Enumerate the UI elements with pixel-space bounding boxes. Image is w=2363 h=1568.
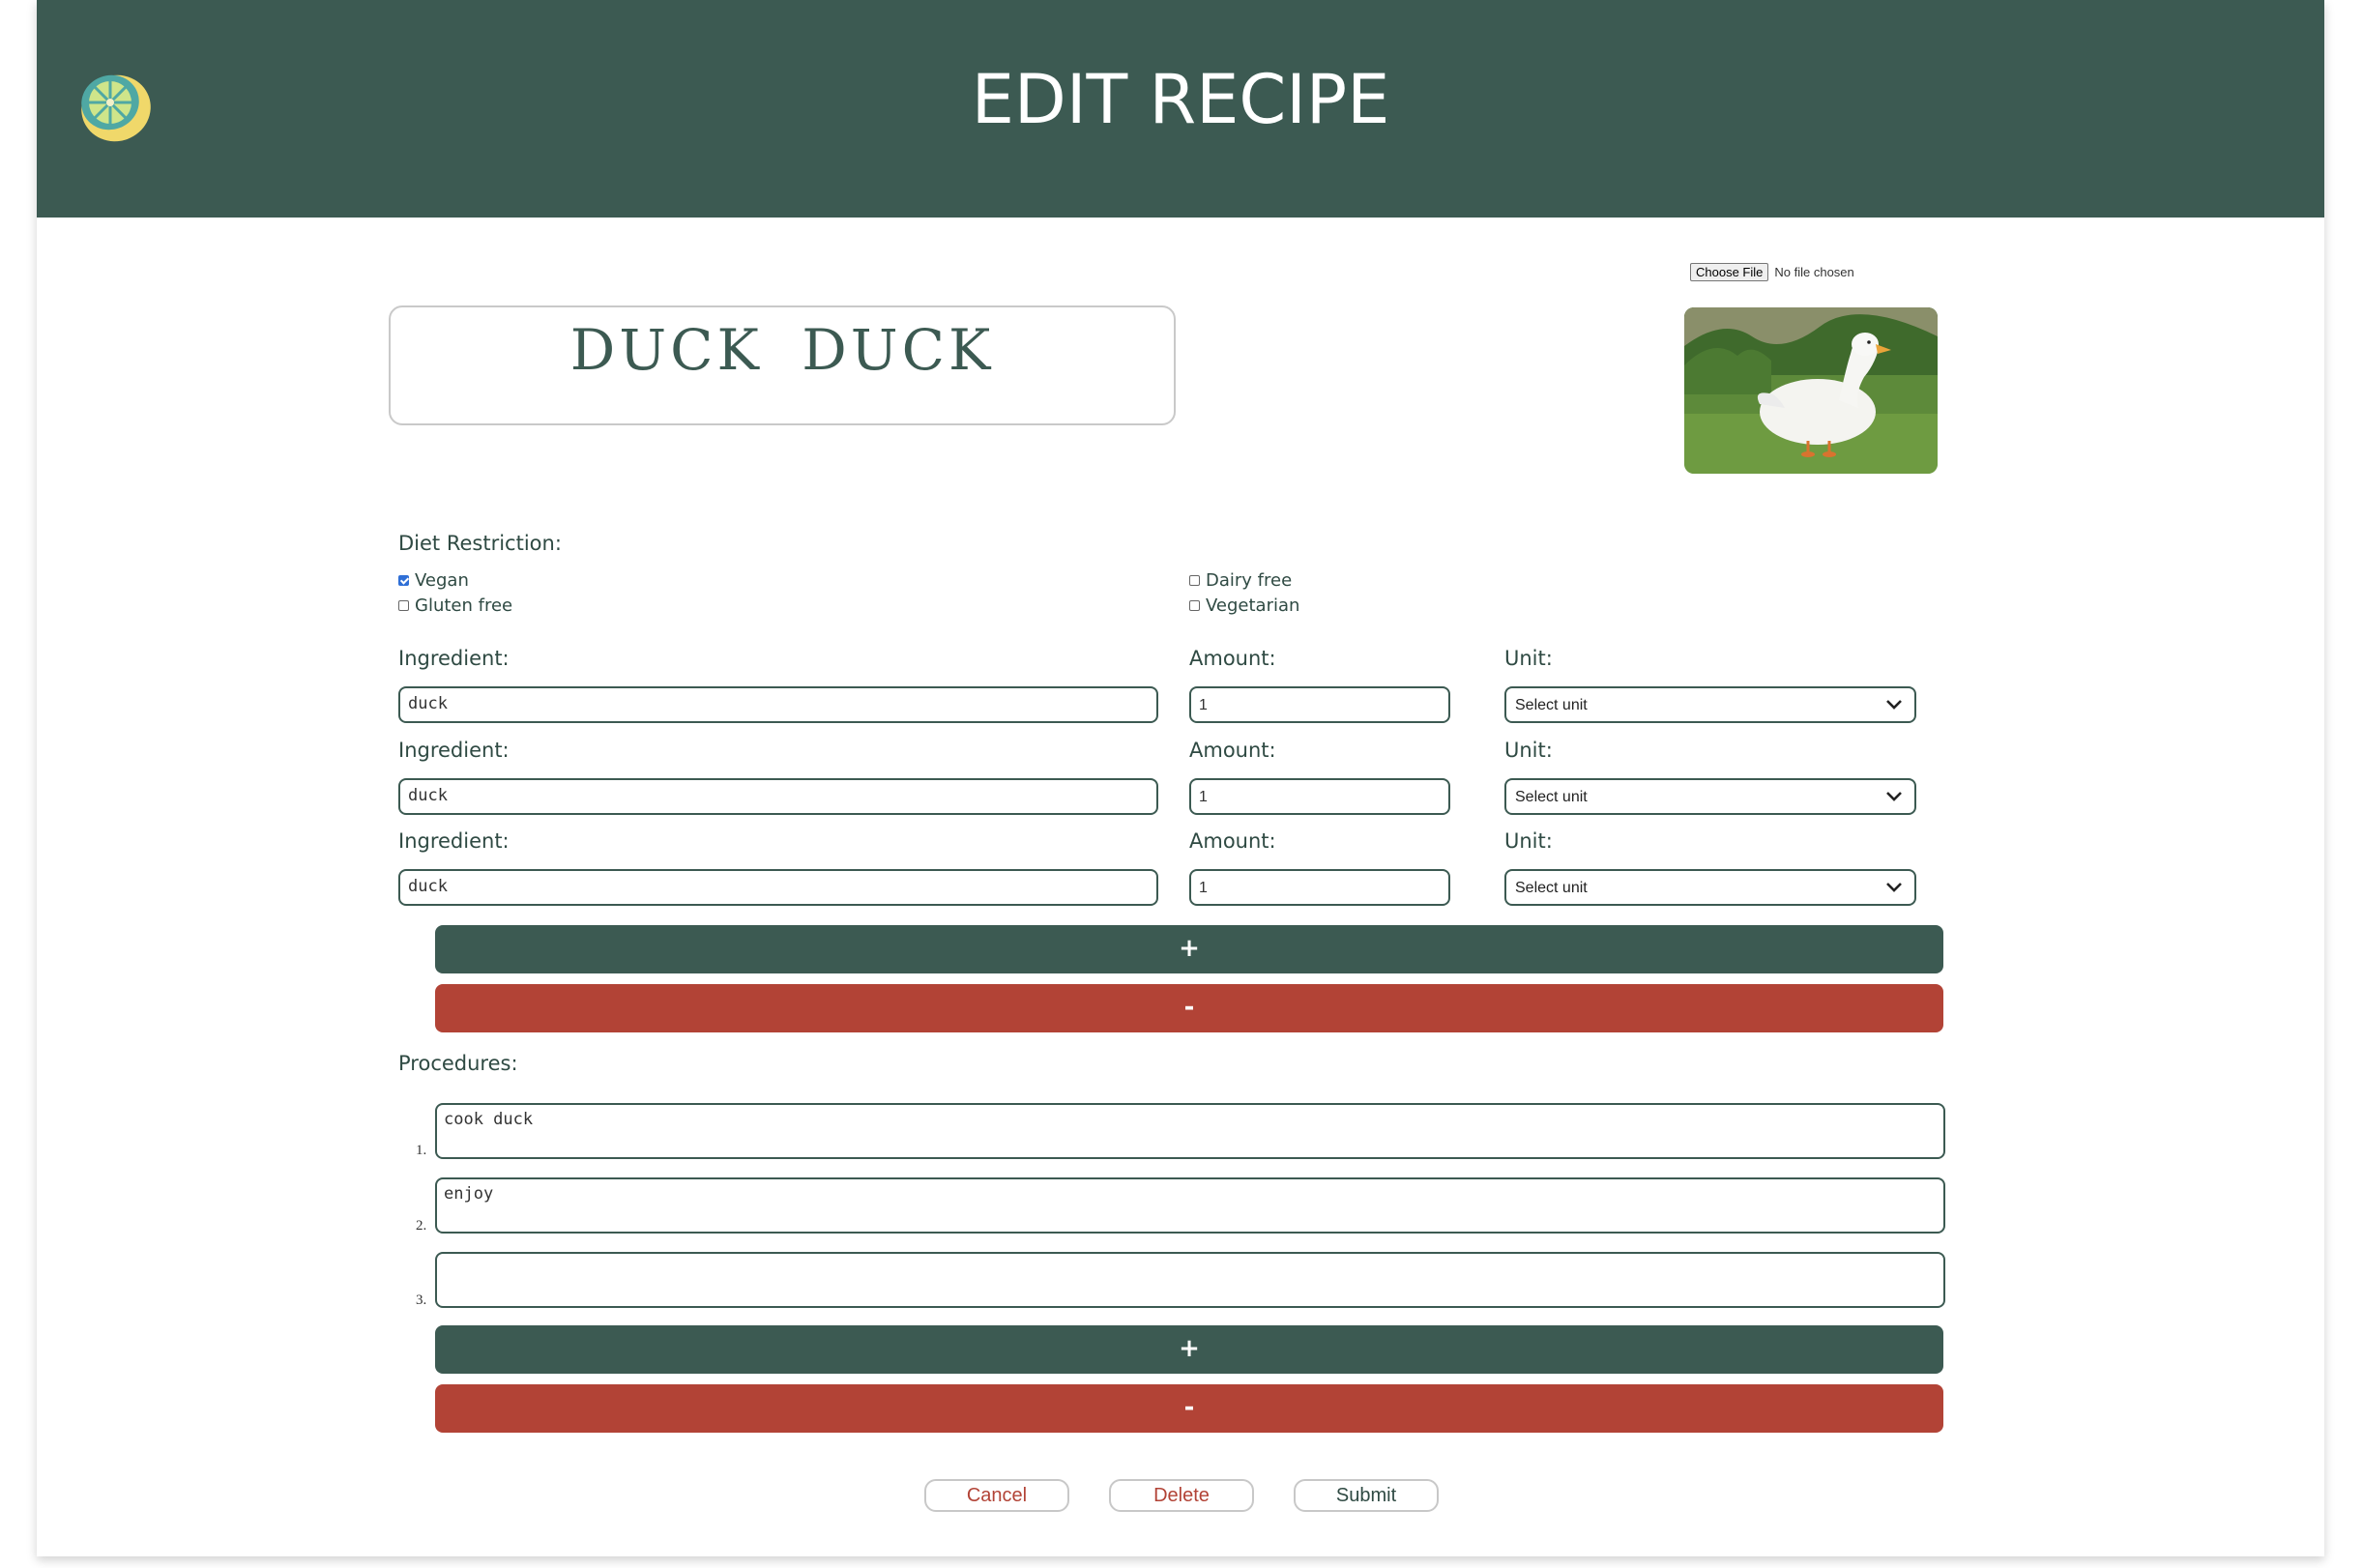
cancel-button[interactable]: Cancel <box>924 1479 1069 1512</box>
checkbox-unchecked[interactable] <box>1189 600 1200 611</box>
checkbox-checked[interactable] <box>398 575 409 586</box>
add-procedure-button[interactable]: + <box>435 1325 1943 1374</box>
checkbox-label: Vegan <box>415 570 469 591</box>
checkbox-gluten-free[interactable]: Gluten free <box>398 595 512 616</box>
amount-input[interactable]: 1 <box>1189 686 1450 723</box>
page-header: EDIT RECIPE <box>37 0 2324 218</box>
submit-button[interactable]: Submit <box>1294 1479 1439 1512</box>
procedure-input[interactable]: cook duck <box>435 1103 1945 1159</box>
page-title: EDIT RECIPE <box>971 60 1390 139</box>
file-status: No file chosen <box>1774 265 1854 279</box>
step-number: 2. <box>416 1218 427 1234</box>
recipe-photo <box>1684 307 1938 474</box>
checkbox-vegetarian[interactable]: Vegetarian <box>1189 595 1299 616</box>
procedures-label: Procedures: <box>398 1052 518 1075</box>
remove-procedure-button[interactable]: - <box>435 1384 1943 1433</box>
recipe-name-field[interactable]: DUCK DUCK <box>389 305 1176 425</box>
recipe-name-text: DUCK DUCK <box>569 317 995 383</box>
chevron-down-icon <box>1886 792 1902 801</box>
ingredient-input[interactable]: duck <box>398 686 1158 723</box>
choose-file-button[interactable]: Choose File <box>1690 263 1769 281</box>
file-upload: Choose File No file chosen <box>1690 263 1854 281</box>
procedure-input[interactable] <box>435 1252 1945 1308</box>
delete-button[interactable]: Delete <box>1109 1479 1254 1512</box>
ingredient-label: Ingredient: <box>398 829 510 853</box>
amount-input[interactable]: 1 <box>1189 869 1450 906</box>
ingredient-label: Ingredient: <box>398 647 510 670</box>
add-ingredient-button[interactable]: + <box>435 925 1943 973</box>
checkbox-dairy-free[interactable]: Dairy free <box>1189 570 1292 591</box>
step-number: 1. <box>416 1143 427 1158</box>
step-number: 3. <box>416 1292 427 1308</box>
unit-select[interactable]: Select unit <box>1504 686 1916 723</box>
app-window: EDIT RECIPE Choose File No file chosen D… <box>37 0 2324 1556</box>
amount-label: Amount: <box>1189 647 1276 670</box>
checkbox-vegan[interactable]: Vegan <box>398 570 469 591</box>
duck-photo <box>1684 307 1938 474</box>
ingredient-input[interactable]: duck <box>398 778 1158 815</box>
unit-select[interactable]: Select unit <box>1504 778 1916 815</box>
checkbox-label: Gluten free <box>415 595 513 616</box>
amount-label: Amount: <box>1189 739 1276 762</box>
unit-select[interactable]: Select unit <box>1504 869 1916 906</box>
unit-select-value: Select unit <box>1515 697 1588 713</box>
unit-select-value: Select unit <box>1515 789 1588 805</box>
unit-label: Unit: <box>1504 647 1553 670</box>
checkbox-unchecked[interactable] <box>398 600 409 611</box>
checkbox-unchecked[interactable] <box>1189 575 1200 586</box>
unit-label: Unit: <box>1504 829 1553 853</box>
checkbox-label: Vegetarian <box>1206 595 1300 616</box>
amount-label: Amount: <box>1189 829 1276 853</box>
amount-input[interactable]: 1 <box>1189 778 1450 815</box>
unit-label: Unit: <box>1504 739 1553 762</box>
diet-restriction-label: Diet Restriction: <box>398 532 562 555</box>
chevron-down-icon <box>1886 883 1902 892</box>
unit-select-value: Select unit <box>1515 880 1588 896</box>
ingredient-input[interactable]: duck <box>398 869 1158 906</box>
procedure-input[interactable]: enjoy <box>435 1177 1945 1234</box>
chevron-down-icon <box>1886 700 1902 710</box>
remove-ingredient-button[interactable]: - <box>435 984 1943 1032</box>
checkbox-label: Dairy free <box>1206 570 1293 591</box>
ingredient-label: Ingredient: <box>398 739 510 762</box>
